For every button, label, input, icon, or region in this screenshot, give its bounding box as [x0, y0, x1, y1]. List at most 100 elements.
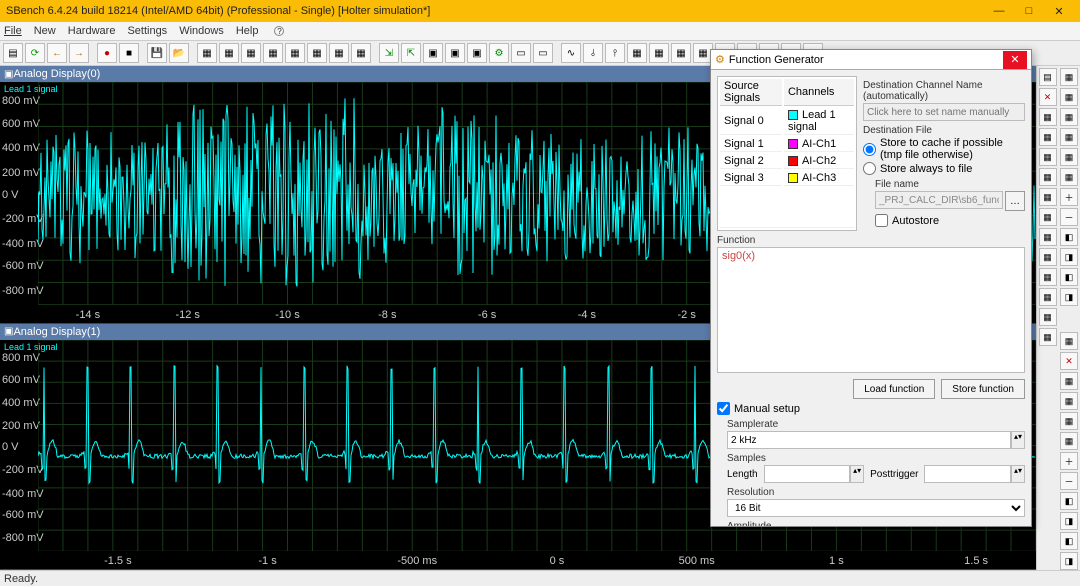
side-layout-icon[interactable]: ▤ — [1039, 68, 1057, 86]
toolbar-icon[interactable]: ▦ — [307, 43, 327, 63]
side-icon[interactable]: ◨ — [1060, 288, 1078, 306]
gear-icon[interactable]: ⚙ — [489, 43, 509, 63]
radio-cache[interactable]: Store to cache if possible (tmp file oth… — [863, 137, 1025, 161]
side-icon[interactable]: ▦ — [1039, 148, 1057, 166]
toolbar-icon[interactable]: ∿ — [561, 43, 581, 63]
side-icon[interactable]: ▦ — [1060, 88, 1078, 106]
toolbar-icon[interactable]: ▦ — [671, 43, 691, 63]
side-icon[interactable]: ◧ — [1060, 268, 1078, 286]
autostore-check[interactable]: Autostore — [875, 214, 1025, 227]
toolbar-icon[interactable]: ▦ — [649, 43, 669, 63]
toolbar-icon[interactable]: ▣ — [445, 43, 465, 63]
side-icon[interactable]: ▦ — [1060, 108, 1078, 126]
zoom-out-icon[interactable]: － — [1060, 472, 1078, 490]
back-icon[interactable]: ← — [47, 43, 67, 63]
menu-settings[interactable]: Settings — [127, 25, 167, 37]
menu-hardware[interactable]: Hardware — [68, 25, 116, 37]
function-textarea[interactable]: sig0(x) — [717, 247, 1025, 373]
side-icon[interactable]: ▦ — [1060, 372, 1078, 390]
side-icon[interactable]: ▦ — [1039, 128, 1057, 146]
open-icon[interactable]: 📂 — [169, 43, 189, 63]
manual-setup-check[interactable]: Manual setup — [717, 402, 1025, 415]
side-icon[interactable]: ▦ — [1039, 108, 1057, 126]
side-icon[interactable]: ▦ — [1060, 168, 1078, 186]
forward-icon[interactable]: → — [69, 43, 89, 63]
resolution-select[interactable]: 16 Bit — [727, 499, 1025, 517]
table-row[interactable]: Signal 1AI-Ch1 — [720, 137, 854, 152]
length-input[interactable] — [764, 465, 851, 483]
save-icon[interactable]: 💾 — [147, 43, 167, 63]
side-icon[interactable]: ▦ — [1060, 392, 1078, 410]
import-icon[interactable]: ⇱ — [401, 43, 421, 63]
side-icon[interactable]: ▦ — [1060, 148, 1078, 166]
side-icon[interactable]: ▦ — [1060, 332, 1078, 350]
radio-file[interactable]: Store always to file — [863, 162, 1025, 175]
toolbar-icon[interactable]: ▣ — [467, 43, 487, 63]
side-icon[interactable]: ◧ — [1060, 492, 1078, 510]
dialog-close-button[interactable]: ✕ — [1003, 51, 1027, 69]
toolbar-icon[interactable]: ⫰ — [583, 43, 603, 63]
side-icon[interactable]: ▦ — [1039, 288, 1057, 306]
side-icon[interactable]: ▦ — [1039, 188, 1057, 206]
side-icon[interactable]: ▦ — [1060, 68, 1078, 86]
menu-new[interactable]: New — [34, 25, 56, 37]
window-close[interactable]: ✕ — [1044, 1, 1074, 21]
zoom-in-icon[interactable]: ＋ — [1060, 188, 1078, 206]
signals-table[interactable]: Source Signals Channels Signal 0Lead 1 s… — [717, 76, 857, 231]
menu-windows[interactable]: Windows — [179, 25, 224, 37]
zoom-out-icon[interactable]: － — [1060, 208, 1078, 226]
side-icon[interactable]: ◨ — [1060, 512, 1078, 530]
toolbar-icon[interactable]: ▦ — [197, 43, 217, 63]
side-icon[interactable]: ▦ — [1060, 432, 1078, 450]
samplerate-input[interactable] — [727, 431, 1011, 449]
toolbar-icon[interactable]: ▭ — [511, 43, 531, 63]
side-close-icon[interactable]: ✕ — [1060, 352, 1078, 370]
help-icon[interactable]: ? — [274, 26, 284, 36]
side-icon[interactable]: ▦ — [1060, 412, 1078, 430]
posttrigger-input[interactable] — [924, 465, 1011, 483]
menu-file[interactable]: File — [4, 25, 22, 37]
table-row[interactable]: Signal 3AI-Ch3 — [720, 171, 854, 186]
dialog-titlebar[interactable]: ⚙ Function Generator ✕ — [711, 50, 1031, 70]
stop-icon[interactable]: ■ — [119, 43, 139, 63]
toolbar-icon[interactable]: ▦ — [241, 43, 261, 63]
table-row[interactable]: Signal 0Lead 1 signal — [720, 108, 854, 135]
toolbar-icon[interactable]: ▣ — [423, 43, 443, 63]
side-close-icon[interactable]: ✕ — [1039, 88, 1057, 106]
spin-icon[interactable]: ▴▾ — [850, 465, 864, 483]
side-icon[interactable]: ◨ — [1060, 552, 1078, 570]
dest-channel-input[interactable] — [863, 103, 1025, 121]
toolbar-icon[interactable]: ▦ — [285, 43, 305, 63]
record-icon[interactable]: ● — [97, 43, 117, 63]
spin-up-icon[interactable]: ▴▾ — [1011, 431, 1025, 449]
side-icon[interactable]: ▦ — [1060, 128, 1078, 146]
toolbar-icon[interactable]: ▦ — [627, 43, 647, 63]
side-icon[interactable]: ◧ — [1060, 532, 1078, 550]
zoom-in-icon[interactable]: ＋ — [1060, 452, 1078, 470]
side-icon[interactable]: ▦ — [1039, 168, 1057, 186]
side-icon[interactable]: ▦ — [1039, 308, 1057, 326]
tool-icon[interactable]: ▤ — [3, 43, 23, 63]
side-icon[interactable]: ▦ — [1039, 328, 1057, 346]
side-icon[interactable]: ◧ — [1060, 228, 1078, 246]
browse-button[interactable]: … — [1005, 191, 1025, 211]
spin-icon[interactable]: ▴▾ — [1011, 465, 1025, 483]
refresh-icon[interactable]: ⟳ — [25, 43, 45, 63]
toolbar-icon[interactable]: ⫯ — [605, 43, 625, 63]
export-icon[interactable]: ⇲ — [379, 43, 399, 63]
toolbar-icon[interactable]: ▦ — [351, 43, 371, 63]
toolbar-icon[interactable]: ▦ — [219, 43, 239, 63]
load-function-button[interactable]: Load function — [853, 379, 935, 399]
window-maximize[interactable]: □ — [1014, 1, 1044, 21]
side-icon[interactable]: ▦ — [1039, 228, 1057, 246]
side-icon[interactable]: ▦ — [1039, 248, 1057, 266]
side-icon[interactable]: ◨ — [1060, 248, 1078, 266]
side-icon[interactable]: ▦ — [1039, 268, 1057, 286]
side-icon[interactable]: ▦ — [1039, 208, 1057, 226]
toolbar-icon[interactable]: ▦ — [263, 43, 283, 63]
toolbar-icon[interactable]: ▦ — [329, 43, 349, 63]
menu-help[interactable]: Help — [236, 25, 259, 37]
toolbar-icon[interactable]: ▭ — [533, 43, 553, 63]
window-minimize[interactable]: — — [984, 1, 1014, 21]
table-row[interactable]: Signal 2AI-Ch2 — [720, 154, 854, 169]
